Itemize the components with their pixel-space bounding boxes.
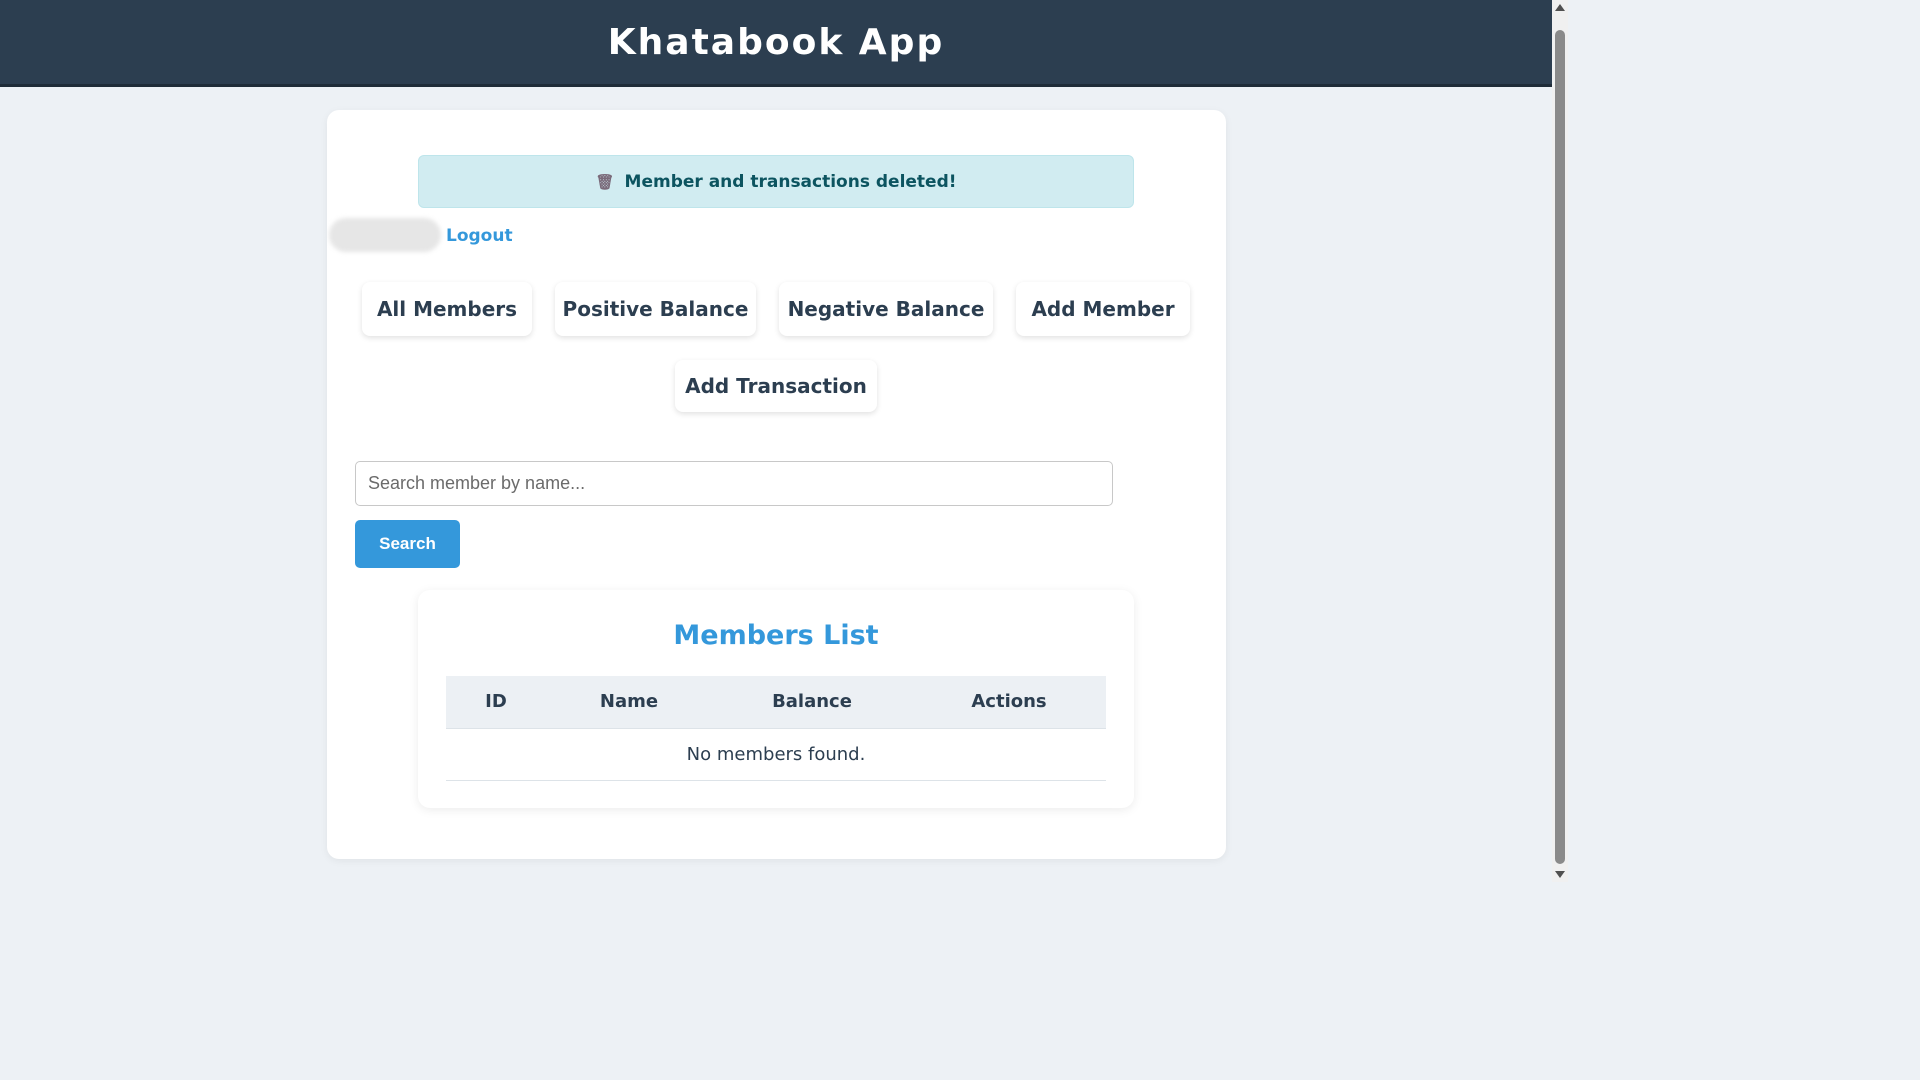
add-member-button[interactable]: Add Member xyxy=(1016,282,1190,336)
main-card: 🗑 Member and transactions deleted! Logou… xyxy=(327,110,1226,859)
scrollbar-thumb[interactable] xyxy=(1555,30,1565,864)
search-input[interactable] xyxy=(355,461,1113,506)
username-redacted xyxy=(329,218,441,252)
empty-members-message: No members found. xyxy=(446,728,1106,781)
column-header-balance: Balance xyxy=(712,676,912,729)
members-panel: Members List ID Name Balance Actions No … xyxy=(418,590,1134,808)
column-header-actions: Actions xyxy=(912,676,1106,729)
column-header-id: ID xyxy=(446,676,546,729)
all-members-button[interactable]: All Members xyxy=(362,282,532,336)
page-scrollbar[interactable] xyxy=(1552,0,1568,882)
members-list-title: Members List xyxy=(673,620,879,651)
positive-balance-button[interactable]: Positive Balance xyxy=(555,282,756,336)
column-header-name: Name xyxy=(546,676,712,729)
add-transaction-button[interactable]: Add Transaction xyxy=(675,360,877,412)
scroll-down-icon[interactable] xyxy=(1555,871,1565,878)
members-table: ID Name Balance Actions No members found… xyxy=(446,676,1106,781)
negative-balance-button[interactable]: Negative Balance xyxy=(779,282,993,336)
alert-message: Member and transactions deleted! xyxy=(624,171,957,192)
success-alert: 🗑 Member and transactions deleted! xyxy=(418,155,1134,208)
table-row: No members found. xyxy=(446,728,1106,781)
app-header: Khatabook App xyxy=(0,0,1552,87)
trash-icon: 🗑 xyxy=(595,172,615,191)
search-button[interactable]: Search xyxy=(355,520,460,568)
table-header-row: ID Name Balance Actions xyxy=(446,676,1106,729)
scroll-up-icon[interactable] xyxy=(1555,4,1565,11)
logout-link[interactable]: Logout xyxy=(446,226,513,246)
app-title: Khatabook App xyxy=(607,21,945,63)
